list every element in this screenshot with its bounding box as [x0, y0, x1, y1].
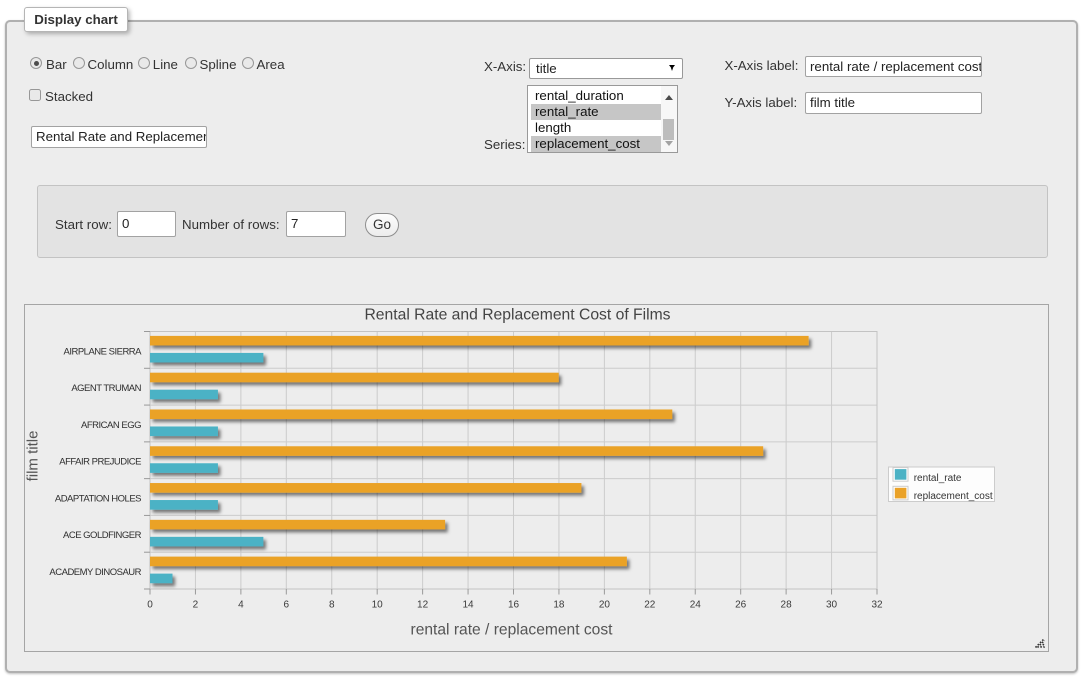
svg-text:16: 16 [508, 600, 520, 611]
svg-text:4: 4 [238, 600, 244, 611]
svg-text:AIRPLANE SIERRA: AIRPLANE SIERRA [64, 346, 143, 357]
svg-text:8: 8 [329, 600, 335, 611]
svg-text:32: 32 [871, 600, 883, 611]
svg-text:14: 14 [462, 600, 474, 611]
svg-text:2: 2 [193, 600, 199, 611]
svg-text:AGENT TRUMAN: AGENT TRUMAN [71, 383, 141, 394]
svg-text:22: 22 [644, 600, 656, 611]
svg-text:18: 18 [553, 600, 565, 611]
svg-text:20: 20 [599, 600, 611, 611]
svg-text:12: 12 [417, 600, 429, 611]
svg-text:Rental Rate and Replacement Co: Rental Rate and Replacement Cost of Film… [364, 307, 670, 324]
svg-text:30: 30 [826, 600, 838, 611]
svg-text:ACADEMY DINOSAUR: ACADEMY DINOSAUR [49, 567, 141, 578]
svg-text:AFRICAN EGG: AFRICAN EGG [81, 420, 141, 431]
svg-text:10: 10 [372, 600, 384, 611]
svg-text:28: 28 [781, 600, 793, 611]
svg-text:AFFAIR PREJUDICE: AFFAIR PREJUDICE [59, 457, 141, 468]
svg-text:6: 6 [284, 600, 290, 611]
svg-text:ADAPTATION HOLES: ADAPTATION HOLES [55, 493, 141, 504]
svg-text:replacement_cost: replacement_cost [914, 491, 993, 502]
svg-text:26: 26 [735, 600, 747, 611]
svg-text:rental_rate: rental_rate [914, 473, 962, 484]
svg-text:ACE GOLDFINGER: ACE GOLDFINGER [63, 530, 142, 541]
svg-text:24: 24 [690, 600, 702, 611]
svg-text:rental rate / replacement cost: rental rate / replacement cost [411, 622, 614, 639]
svg-text:film title: film title [25, 431, 42, 482]
svg-text:0: 0 [147, 600, 153, 611]
